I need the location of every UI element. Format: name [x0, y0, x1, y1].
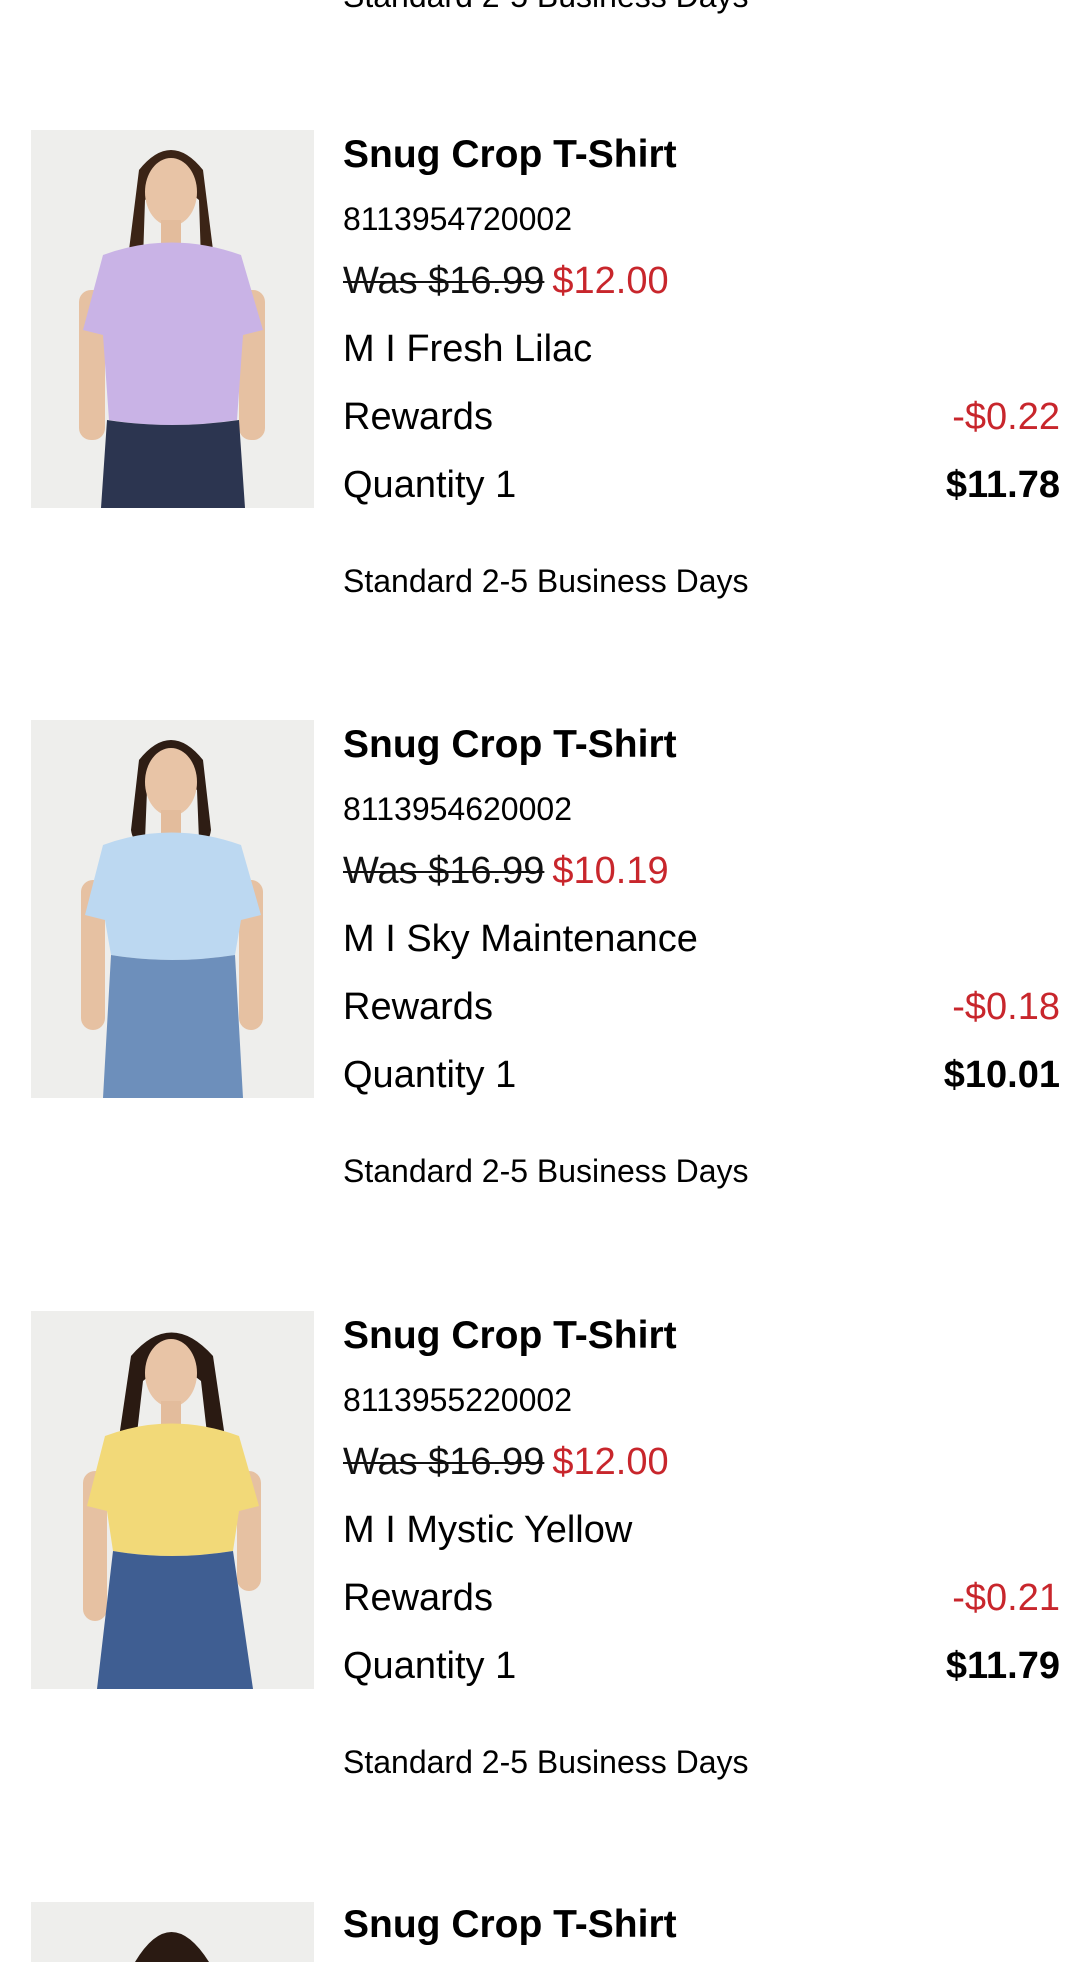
order-item: Snug Crop T-Shirt 8113954720002 Was $16.…: [0, 130, 1088, 610]
shipping-method-text: Standard 2-5 Business Days: [343, 1153, 749, 1189]
order-item: Snug Crop T-Shirt 8113954620002 Was $16.…: [0, 720, 1088, 1200]
face: [145, 158, 197, 226]
model-figure: [31, 1311, 314, 1689]
neck: [161, 220, 181, 246]
product-title[interactable]: Snug Crop T-Shirt: [343, 722, 677, 768]
model-figure: [31, 1902, 314, 1962]
size-color-variant: M I Mystic Yellow: [343, 1509, 633, 1551]
face: [145, 1339, 197, 1407]
original-price: Was $16.99: [343, 1441, 545, 1483]
order-items-list: Standard 2-5 Business Days Snug Crop T-S…: [0, 0, 1088, 1962]
product-title[interactable]: Snug Crop T-Shirt: [343, 132, 677, 178]
pants: [101, 420, 245, 508]
pants: [97, 1551, 253, 1689]
price-line: Was $16.99 $12.00: [343, 1439, 669, 1485]
size-color-variant: M I Fresh Lilac: [343, 328, 593, 370]
product-sku: 8113954720002: [343, 201, 572, 237]
order-item: Snug Crop T-Shirt: [0, 1902, 1088, 1962]
product-image[interactable]: [31, 1902, 314, 1962]
original-price: Was $16.99: [343, 850, 545, 892]
pants: [103, 955, 243, 1098]
product-sku: 8113955220002: [343, 1382, 572, 1418]
shipping-method-text: Standard 2-5 Business Days: [343, 563, 749, 599]
shipping-method-text: Standard 2-5 Business Days: [343, 0, 749, 12]
rewards-label: Rewards: [343, 986, 493, 1028]
product-sku: 8113954620002: [343, 791, 572, 827]
sale-price: $12.00: [552, 1441, 669, 1483]
rewards-discount: -$0.18: [952, 986, 1060, 1028]
face: [145, 748, 197, 816]
shirt: [83, 242, 263, 425]
item-total: $11.78: [945, 464, 1060, 506]
original-price: Was $16.99: [343, 260, 545, 302]
price-line: Was $16.99 $12.00: [343, 258, 669, 304]
rewards-discount: -$0.22: [952, 396, 1060, 438]
price-line: Was $16.99 $10.19: [343, 848, 669, 894]
neck: [161, 1401, 181, 1427]
neck: [161, 810, 181, 836]
product-image[interactable]: [31, 720, 314, 1098]
quantity-label: Quantity 1: [343, 1054, 517, 1096]
order-item: Snug Crop T-Shirt 8113955220002 Was $16.…: [0, 1311, 1088, 1791]
sale-price: $12.00: [552, 260, 669, 302]
shirt: [85, 832, 261, 960]
rewards-discount: -$0.21: [952, 1577, 1060, 1619]
item-total: $11.79: [945, 1645, 1060, 1687]
sale-price: $10.19: [552, 850, 669, 892]
rewards-label: Rewards: [343, 1577, 493, 1619]
model-figure: [31, 720, 314, 1098]
quantity-label: Quantity 1: [343, 1645, 517, 1687]
rewards-label: Rewards: [343, 396, 493, 438]
size-color-variant: M I Sky Maintenance: [343, 918, 698, 960]
shirt: [87, 1423, 259, 1556]
item-total: $10.01: [943, 1054, 1060, 1096]
product-image[interactable]: [31, 1311, 314, 1689]
quantity-label: Quantity 1: [343, 464, 517, 506]
shipping-method-text: Standard 2-5 Business Days: [343, 1744, 749, 1780]
product-title[interactable]: Snug Crop T-Shirt: [343, 1902, 677, 1948]
product-title[interactable]: Snug Crop T-Shirt: [343, 1313, 677, 1359]
product-image[interactable]: [31, 130, 314, 508]
model-figure: [31, 130, 314, 508]
